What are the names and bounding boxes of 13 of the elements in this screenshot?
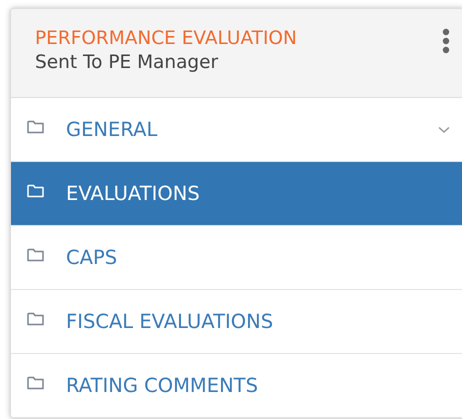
card-title: PERFORMANCE EVALUATION <box>35 28 298 49</box>
folder-icon <box>27 120 44 134</box>
folder-icon <box>27 248 44 262</box>
status-text: Sent To PE Manager <box>35 52 220 73</box>
folder-icon <box>27 312 44 326</box>
menu-item[interactable]: CAPS <box>11 226 462 290</box>
folder-icon <box>27 376 44 390</box>
more-options-icon[interactable] <box>442 28 450 54</box>
chevron-down-icon[interactable] <box>438 126 450 134</box>
menu-item[interactable]: RATING COMMENTS <box>11 354 462 418</box>
menu-item[interactable]: EVALUATIONS <box>11 162 462 226</box>
menu-item[interactable]: FISCAL EVALUATIONS <box>11 290 462 354</box>
folder-icon <box>27 184 44 198</box>
